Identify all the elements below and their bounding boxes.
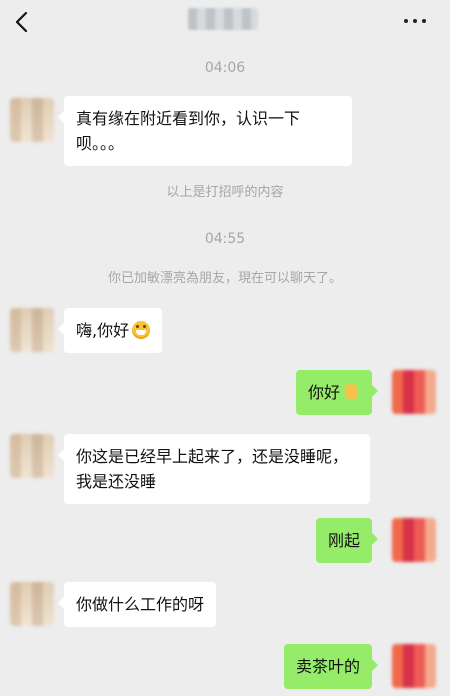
message-bubble-outgoing[interactable]: 你好 xyxy=(295,370,379,415)
message-text: 卖茶叶的 xyxy=(295,657,360,676)
message-text: 你做什么工作的呀 xyxy=(76,595,205,614)
grinning-face-icon xyxy=(132,321,151,339)
message-text: 真有缘在附近看到你，认识一下呗。。。 xyxy=(76,109,301,153)
message-text: 你这是已经早上起来了，还是没睡呢，我是还没睡 xyxy=(76,447,349,491)
chat-title-obscured xyxy=(188,8,258,30)
message-text: 刚起 xyxy=(327,531,360,550)
message-bubble-incoming[interactable]: 嗨,你好 xyxy=(57,308,163,353)
waving-hand-icon xyxy=(342,383,360,401)
more-dots-icon[interactable] xyxy=(402,12,428,30)
self-avatar[interactable] xyxy=(392,518,436,562)
message-text: 你好 xyxy=(307,383,340,402)
timestamp: 04:06 xyxy=(204,60,246,76)
system-message: 你已加敏漂亮為朋友，現在可以聊天了。 xyxy=(107,271,342,286)
contact-avatar[interactable] xyxy=(10,582,54,626)
message-text: 嗨,你好 xyxy=(76,321,130,340)
self-avatar[interactable] xyxy=(392,644,436,688)
contact-avatar[interactable] xyxy=(10,434,54,478)
chevron-left-icon[interactable] xyxy=(12,10,34,34)
message-bubble-outgoing[interactable]: 刚起 xyxy=(315,518,379,563)
system-message: 以上是打招呼的内容 xyxy=(166,185,284,200)
timestamp: 04:55 xyxy=(204,231,246,247)
contact-avatar[interactable] xyxy=(10,308,54,352)
message-bubble-incoming[interactable]: 你这是已经早上起来了，还是没睡呢，我是还没睡 xyxy=(58,434,370,504)
message-bubble-outgoing[interactable]: 卖茶叶的 xyxy=(283,644,379,689)
contact-avatar[interactable] xyxy=(10,98,54,142)
chat-header xyxy=(0,0,450,44)
message-bubble-incoming[interactable]: 你做什么工作的呀 xyxy=(57,582,217,627)
message-bubble-incoming[interactable]: 真有缘在附近看到你，认识一下呗。。。 xyxy=(58,96,352,166)
self-avatar[interactable] xyxy=(392,370,436,414)
